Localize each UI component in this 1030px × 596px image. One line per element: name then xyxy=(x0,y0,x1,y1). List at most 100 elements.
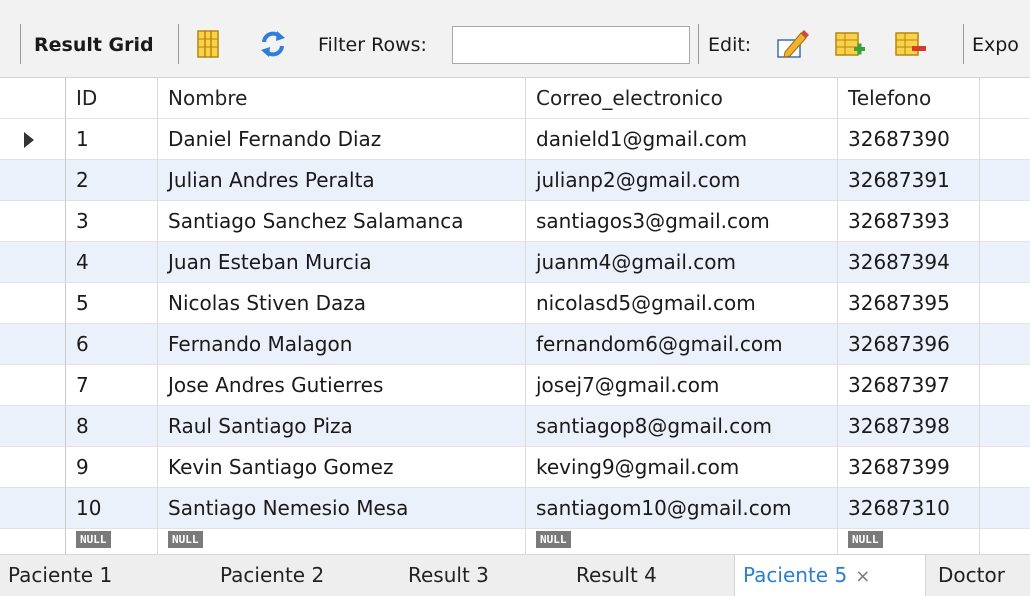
tab-paciente-1[interactable]: Paciente 1 xyxy=(0,555,150,596)
cell-nombre[interactable]: Santiago Sanchez Salamanca xyxy=(158,201,526,242)
cell-telefono[interactable]: 32687310 xyxy=(838,488,980,529)
cell-id[interactable]: 10 xyxy=(66,488,158,529)
cell-telefono-new[interactable]: NULL xyxy=(838,529,980,554)
cell-telefono[interactable]: 32687393 xyxy=(838,201,980,242)
cell-nombre[interactable]: Daniel Fernando Diaz xyxy=(158,119,526,160)
null-badge: NULL xyxy=(76,531,111,548)
column-header-telefono[interactable]: Telefono xyxy=(838,78,980,119)
toolbar-separator xyxy=(963,24,964,64)
current-row-icon xyxy=(24,132,34,148)
row-gutter[interactable]: * xyxy=(0,529,66,554)
cell-nombre[interactable]: Fernando Malagon xyxy=(158,324,526,365)
table-row[interactable]: 6 Fernando Malagon fernandom6@gmail.com … xyxy=(0,324,1030,365)
tab-result-3[interactable]: Result 3 xyxy=(400,555,520,596)
cell-correo[interactable]: danield1@gmail.com xyxy=(526,119,838,160)
new-row[interactable]: * NULL NULL NULL NULL xyxy=(0,529,1030,554)
cell-id[interactable]: 8 xyxy=(66,406,158,447)
cell-correo[interactable]: santiagop8@gmail.com xyxy=(526,406,838,447)
cell-correo[interactable]: josej7@gmail.com xyxy=(526,365,838,406)
cell-nombre[interactable]: Kevin Santiago Gomez xyxy=(158,447,526,488)
table-row[interactable]: 2 Julian Andres Peralta julianp2@gmail.c… xyxy=(0,160,1030,201)
cell-telefono[interactable]: 32687391 xyxy=(838,160,980,201)
grid-layout-icon[interactable] xyxy=(191,28,225,60)
column-header-id[interactable]: ID xyxy=(66,78,158,119)
row-filler xyxy=(980,365,1030,406)
cell-id-new[interactable]: NULL xyxy=(66,529,158,554)
cell-telefono[interactable]: 32687396 xyxy=(838,324,980,365)
cell-nombre[interactable]: Santiago Nemesio Mesa xyxy=(158,488,526,529)
row-filler xyxy=(980,201,1030,242)
cell-nombre[interactable]: Juan Esteban Murcia xyxy=(158,242,526,283)
cell-correo[interactable]: fernandom6@gmail.com xyxy=(526,324,838,365)
cell-correo[interactable]: juanm4@gmail.com xyxy=(526,242,838,283)
cell-telefono[interactable]: 32687399 xyxy=(838,447,980,488)
table-row[interactable]: 8 Raul Santiago Piza santiagop8@gmail.co… xyxy=(0,406,1030,447)
cell-id[interactable]: 1 xyxy=(66,119,158,160)
row-gutter[interactable] xyxy=(0,488,66,529)
cell-id[interactable]: 5 xyxy=(66,283,158,324)
tab-result-4[interactable]: Result 4 xyxy=(568,555,688,596)
cell-id[interactable]: 3 xyxy=(66,201,158,242)
filter-rows-input[interactable] xyxy=(452,26,690,64)
row-gutter[interactable] xyxy=(0,201,66,242)
column-header-nombre[interactable]: Nombre xyxy=(158,78,526,119)
cell-id[interactable]: 9 xyxy=(66,447,158,488)
cell-correo-new[interactable]: NULL xyxy=(526,529,838,554)
tab-doctor[interactable]: Doctor xyxy=(930,555,1030,596)
cell-id[interactable]: 6 xyxy=(66,324,158,365)
table-row[interactable]: 4 Juan Esteban Murcia juanm4@gmail.com 3… xyxy=(0,242,1030,283)
row-filler xyxy=(980,488,1030,529)
cell-correo[interactable]: santiagos3@gmail.com xyxy=(526,201,838,242)
null-badge: NULL xyxy=(536,531,571,548)
row-gutter[interactable] xyxy=(0,242,66,283)
cell-correo[interactable]: nicolasd5@gmail.com xyxy=(526,283,838,324)
cell-telefono[interactable]: 32687394 xyxy=(838,242,980,283)
table-row[interactable]: 3 Santiago Sanchez Salamanca santiagos3@… xyxy=(0,201,1030,242)
add-row-icon[interactable] xyxy=(833,28,867,60)
row-gutter[interactable] xyxy=(0,283,66,324)
row-gutter[interactable] xyxy=(0,119,66,160)
cell-nombre[interactable]: Jose Andres Gutierres xyxy=(158,365,526,406)
tab-label: Paciente 5 xyxy=(743,563,848,587)
row-gutter[interactable] xyxy=(0,365,66,406)
cell-nombre-new[interactable]: NULL xyxy=(158,529,526,554)
refresh-icon[interactable] xyxy=(256,28,290,60)
toolbar-separator xyxy=(178,24,179,64)
row-gutter[interactable] xyxy=(0,160,66,201)
cell-telefono[interactable]: 32687395 xyxy=(838,283,980,324)
result-grid-label[interactable]: Result Grid xyxy=(34,33,154,57)
column-header-correo[interactable]: Correo_electronico xyxy=(526,78,838,119)
cell-telefono[interactable]: 32687398 xyxy=(838,406,980,447)
toolbar-separator xyxy=(20,24,21,64)
table-row[interactable]: 1 Daniel Fernando Diaz danield1@gmail.co… xyxy=(0,119,1030,160)
export-label[interactable]: Expo xyxy=(972,33,1019,57)
table-row[interactable]: 9 Kevin Santiago Gomez keving9@gmail.com… xyxy=(0,447,1030,488)
edit-pencil-icon[interactable] xyxy=(775,28,809,60)
row-filler xyxy=(980,406,1030,447)
cell-id[interactable]: 2 xyxy=(66,160,158,201)
row-gutter[interactable] xyxy=(0,324,66,365)
cell-correo[interactable]: santiagom10@gmail.com xyxy=(526,488,838,529)
cell-correo[interactable]: julianp2@gmail.com xyxy=(526,160,838,201)
close-icon[interactable]: × xyxy=(855,566,870,587)
row-gutter[interactable] xyxy=(0,406,66,447)
tab-paciente-5[interactable]: Paciente 5 × xyxy=(734,555,926,596)
table-row[interactable]: 7 Jose Andres Gutierres josej7@gmail.com… xyxy=(0,365,1030,406)
table-row[interactable]: 5 Nicolas Stiven Daza nicolasd5@gmail.co… xyxy=(0,283,1030,324)
edit-label: Edit: xyxy=(708,34,752,56)
cell-nombre[interactable]: Julian Andres Peralta xyxy=(158,160,526,201)
cell-id[interactable]: 4 xyxy=(66,242,158,283)
tab-label: Result 4 xyxy=(576,563,657,587)
cell-telefono[interactable]: 32687390 xyxy=(838,119,980,160)
row-gutter[interactable] xyxy=(0,447,66,488)
delete-row-icon[interactable] xyxy=(893,28,927,60)
table-row[interactable]: 10 Santiago Nemesio Mesa santiagom10@gma… xyxy=(0,488,1030,529)
cell-correo[interactable]: keving9@gmail.com xyxy=(526,447,838,488)
tab-label: Doctor xyxy=(938,563,1005,587)
cell-id[interactable]: 7 xyxy=(66,365,158,406)
null-badge: NULL xyxy=(168,531,203,548)
cell-nombre[interactable]: Raul Santiago Piza xyxy=(158,406,526,447)
cell-nombre[interactable]: Nicolas Stiven Daza xyxy=(158,283,526,324)
cell-telefono[interactable]: 32687397 xyxy=(838,365,980,406)
tab-paciente-2[interactable]: Paciente 2 xyxy=(212,555,342,596)
